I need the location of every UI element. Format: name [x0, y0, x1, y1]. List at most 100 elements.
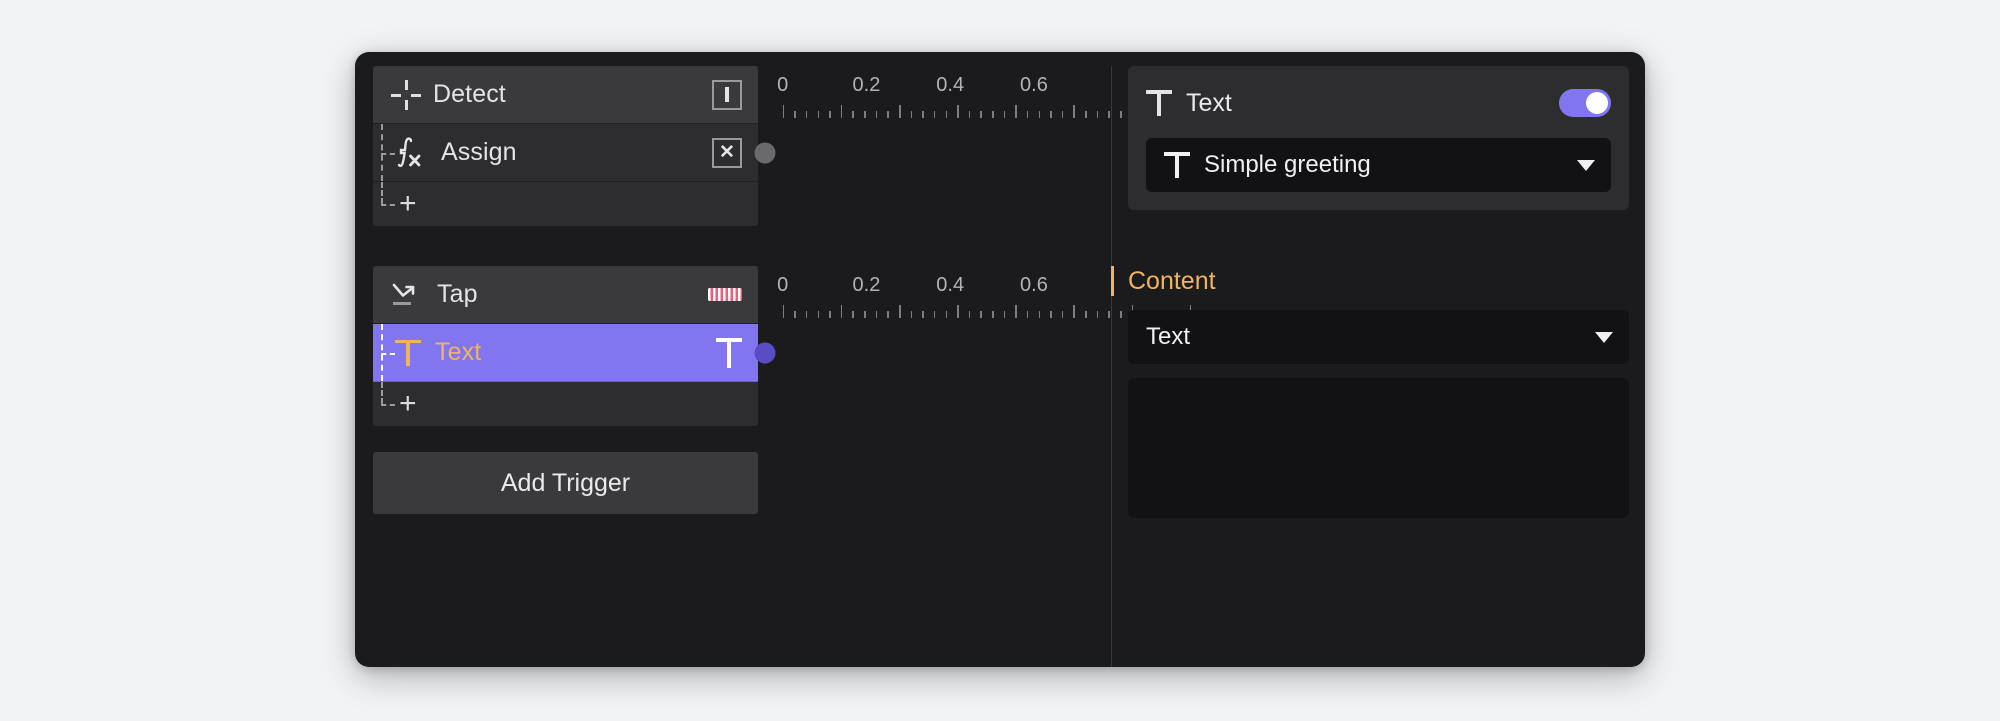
ruler-tick	[852, 111, 854, 118]
content-label: Content	[1128, 266, 1216, 295]
ruler-tick	[1096, 111, 1099, 118]
timeline-ruler-detect[interactable]: 0 0.2 0.4 0.6	[758, 66, 1192, 124]
ruler-tick	[968, 311, 971, 318]
ruler-tick	[864, 111, 866, 118]
inspector-panel: Text Simple greeting Content Text	[1111, 66, 1645, 667]
ruler-tick	[910, 111, 913, 118]
ruler-tick	[1050, 111, 1052, 118]
content-editor[interactable]	[1128, 378, 1629, 518]
ruler-tick	[899, 305, 901, 318]
ruler-tick	[805, 111, 808, 118]
ruler-tick	[817, 111, 820, 118]
node-row-assign[interactable]: Assign ✕	[373, 124, 758, 182]
ruler-tick	[840, 105, 843, 118]
ruler-tick	[1096, 311, 1099, 318]
ruler-tick	[957, 305, 959, 318]
ruler-tick	[829, 111, 831, 118]
ruler-tick	[945, 111, 948, 118]
add-trigger-button[interactable]: Add Trigger	[373, 452, 758, 514]
text-source-value: Simple greeting	[1204, 151, 1371, 178]
add-trigger-label: Add Trigger	[500, 468, 631, 497]
ruler-tick	[875, 311, 878, 318]
ruler-ticks	[776, 104, 1192, 118]
track-spacer	[758, 182, 1111, 226]
timeline-ruler-tap[interactable]: 0 0.2 0.4 0.6	[758, 266, 1192, 324]
timeline-track-assign[interactable]	[754, 124, 1111, 182]
trigger-header-label: Detect	[433, 80, 506, 108]
ruler-tick	[1015, 305, 1017, 318]
text-T-icon	[1146, 88, 1172, 118]
ruler-tick-label: 0.6	[1020, 74, 1048, 96]
add-node-label: +	[399, 387, 417, 420]
ruler-tick-label: 0.4	[936, 274, 965, 296]
ruler-tick	[875, 111, 878, 118]
ruler-tick-label: 0.2	[852, 274, 881, 296]
stripe-icon[interactable]	[708, 288, 742, 301]
ruler-tick	[1003, 111, 1006, 118]
ruler-tick	[1003, 311, 1006, 318]
ruler-tick	[968, 111, 971, 118]
content-type-select[interactable]: Text	[1128, 310, 1629, 364]
ruler-tick	[782, 105, 785, 118]
add-node-row-tap[interactable]: +	[373, 382, 758, 426]
add-node-row-detect[interactable]: +	[373, 182, 758, 226]
toggle-knob	[1586, 92, 1608, 114]
add-node-label: +	[399, 187, 417, 220]
trigger-header-detect[interactable]: Detect	[373, 66, 758, 124]
ruler-tick-label: 0	[777, 74, 789, 96]
ruler-tick	[957, 105, 959, 118]
node-row-label: Text	[435, 338, 482, 366]
ruler-tick-label: 0.4	[936, 74, 965, 96]
ruler-tick	[1026, 311, 1029, 318]
ruler-tick	[805, 311, 808, 318]
trigger-header-label: Tap	[437, 280, 478, 308]
ruler-tick	[910, 311, 913, 318]
chevron-down-icon	[1577, 159, 1595, 171]
trigger-group-detect: Detect Assign ✕ +	[373, 66, 758, 226]
ruler-tick	[922, 311, 924, 318]
ruler-labels: 0 0.2 0.4 0.6	[776, 66, 1111, 102]
ruler-tick	[852, 311, 854, 318]
ruler-tick	[887, 111, 889, 118]
ruler-tick	[899, 105, 901, 118]
ruler-tick-label: 0.6	[1020, 274, 1048, 296]
text-card-title: Text	[1186, 88, 1232, 117]
boxed-bar-icon[interactable]	[712, 79, 742, 110]
ruler-tick	[1108, 111, 1110, 118]
ruler-tick	[817, 311, 820, 318]
trigger-group-tap: Tap Text +	[373, 266, 758, 426]
timeline-track-text[interactable]	[754, 324, 1111, 382]
text-property-card: Text Simple greeting	[1128, 66, 1629, 210]
ruler-tick	[1085, 111, 1087, 118]
ruler-tick	[1073, 105, 1075, 118]
tap-arrow-icon	[391, 280, 423, 310]
content-section-label: Content	[1111, 252, 1629, 310]
ruler-tick	[794, 111, 796, 118]
keyframe-marker[interactable]	[754, 142, 776, 164]
ruler-tick	[1061, 311, 1064, 318]
ruler-tick-label: 0	[777, 274, 789, 296]
ruler-tick	[922, 111, 924, 118]
ruler-tick	[1038, 111, 1041, 118]
keyframe-marker[interactable]	[754, 342, 776, 364]
text-enable-toggle[interactable]	[1559, 89, 1611, 117]
text-source-select[interactable]: Simple greeting	[1146, 138, 1611, 192]
boxed-x-icon[interactable]: ✕	[712, 137, 742, 168]
ruler-tick	[1085, 311, 1087, 318]
ruler-tick	[840, 305, 843, 318]
editor-window: Detect Assign ✕ + Tap Text + Add Trigger…	[355, 52, 1645, 667]
fx-icon	[395, 136, 429, 169]
ruler-tick	[1061, 111, 1064, 118]
node-row-text[interactable]: Text	[373, 324, 758, 382]
ruler-tick	[794, 311, 796, 318]
inspector-spacer	[1112, 210, 1629, 252]
ruler-tick	[1050, 311, 1052, 318]
text-T-icon[interactable]	[716, 337, 742, 369]
node-row-label: Assign	[441, 138, 517, 166]
content-type-value: Text	[1146, 323, 1191, 350]
text-T-icon	[395, 338, 421, 368]
ruler-tick	[933, 311, 936, 318]
trigger-header-tap[interactable]: Tap	[373, 266, 758, 324]
ruler-tick	[782, 305, 785, 318]
ruler-tick	[945, 311, 948, 318]
